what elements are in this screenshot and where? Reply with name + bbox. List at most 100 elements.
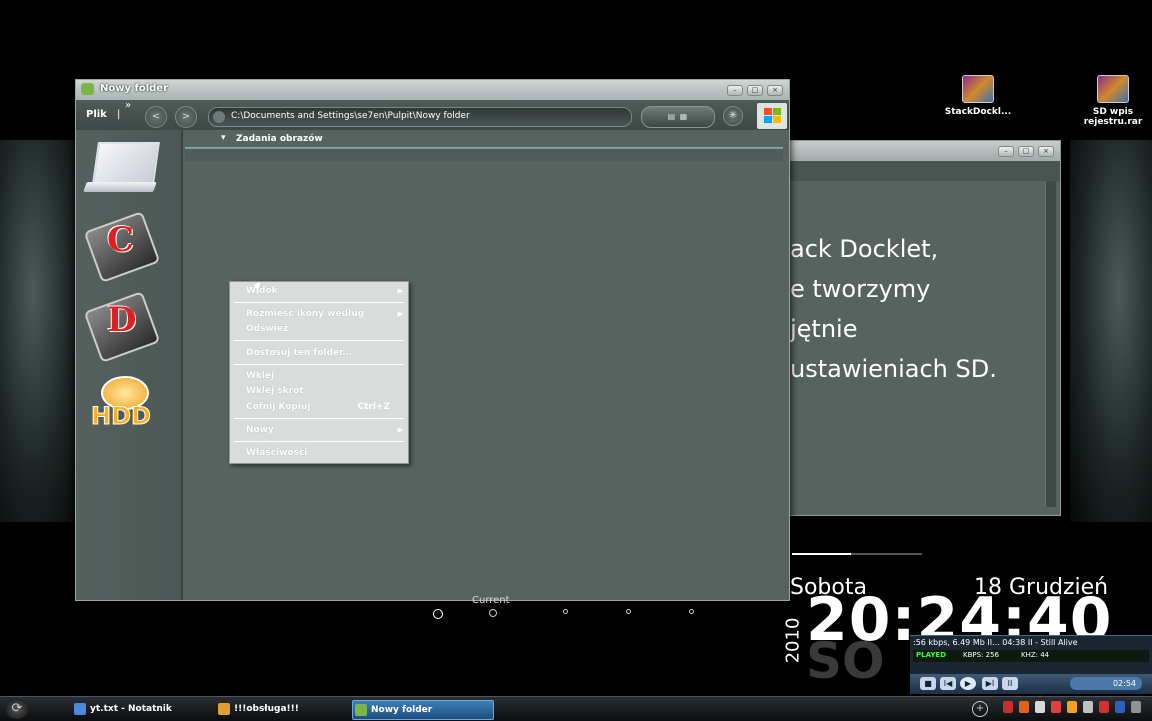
context-item-arrange[interactable]: Rozmieść ikony według <box>246 309 364 319</box>
chevron-more-icon[interactable]: » <box>125 100 131 111</box>
drive-d-icon[interactable]: D <box>83 291 161 363</box>
forward-button[interactable]: > <box>175 106 197 128</box>
taskbar-item-obsluga[interactable]: !!!obsługa!!! <box>216 700 354 718</box>
menu-divider <box>234 340 404 341</box>
rar-archive-icon <box>1097 75 1129 103</box>
player-status-row: PLAYED KBPS: 256 KHZ: 44 <box>913 650 1149 662</box>
desktop-icon-stackdocklet[interactable]: StackDockl... <box>938 75 1018 117</box>
loader-dot <box>433 609 443 619</box>
folder-app-icon <box>81 83 94 95</box>
notepad-window[interactable]: – □ × ack Docklet, e tworzymy jętnie ust… <box>789 140 1061 516</box>
notepad-titlebar[interactable]: – □ × <box>790 141 1060 161</box>
chevron-down-icon: ▾ <box>221 133 226 143</box>
start-orb-icon[interactable]: ⟳ <box>6 699 28 719</box>
view-toggle-button[interactable]: ▤ ▦ <box>641 106 715 128</box>
tray-icon[interactable] <box>1131 701 1141 713</box>
folder-icon <box>355 704 367 716</box>
next-button[interactable]: ▶I <box>982 677 998 690</box>
loader-dot <box>626 609 631 614</box>
menu-divider <box>234 302 404 303</box>
taskbar-item-label: Nowy folder <box>371 705 433 715</box>
taskbar-item-label: yt.txt - Notatnik <box>90 704 172 714</box>
tray-icon[interactable] <box>1035 701 1045 713</box>
notepad-menubar <box>790 161 1060 181</box>
desktop-icon-label: SD wpis <box>1092 107 1134 117</box>
tasks-panel <box>185 149 783 161</box>
drive-letter: D <box>107 300 137 340</box>
kbps-label: KBPS: 256 <box>963 651 1000 659</box>
drive-c-icon[interactable]: C <box>83 211 161 283</box>
menu-divider <box>234 418 404 419</box>
context-item-properties[interactable]: Właściwości <box>246 448 307 458</box>
drive-letter: C <box>107 220 135 260</box>
tray-icon[interactable] <box>1067 701 1077 713</box>
context-menu[interactable]: Widok ▶ Rozmieść ikony według ▶ Odśwież … <box>229 281 409 464</box>
tasks-header-label: Zadania obrazów <box>236 134 323 144</box>
laptop-icon[interactable] <box>83 136 160 200</box>
playback-time: 02:54 <box>1070 677 1142 690</box>
close-button[interactable]: × <box>1038 146 1054 157</box>
desktop-icon-label: rejestru.rar <box>1083 117 1143 127</box>
submenu-arrow-icon: ▶ <box>397 287 403 295</box>
add-icon[interactable]: + <box>972 701 988 717</box>
tray-icon[interactable] <box>1083 701 1093 713</box>
windows-logo-icon <box>757 103 787 129</box>
pause-button[interactable]: II <box>1002 677 1018 690</box>
now-playing-text: :56 kbps, 6.49 Mb II... 04:38 II - Still… <box>913 638 1078 647</box>
menu-file[interactable]: Plik <box>86 109 107 120</box>
tasks-header[interactable]: ▾ Zadania obrazów <box>185 132 783 148</box>
media-player[interactable]: :56 kbps, 6.49 Mb II... 04:38 II - Still… <box>910 635 1152 694</box>
clock-progress-fill <box>792 553 851 555</box>
tray-icon[interactable] <box>1019 701 1029 713</box>
loader-dot <box>563 609 568 614</box>
taskbar-item-label: !!!obsługa!!! <box>234 704 299 714</box>
maximize-button[interactable]: □ <box>747 85 763 96</box>
menu-divider <box>234 364 404 365</box>
vertical-scrollbar[interactable] <box>1045 181 1056 507</box>
taskbar-item-nowy-folder[interactable]: Nowy folder <box>352 700 494 720</box>
notepad-line: ustawieniach SD. <box>790 355 997 383</box>
back-button[interactable]: < <box>145 106 167 128</box>
tray-icon[interactable] <box>1003 701 1013 713</box>
play-button[interactable]: ▶ <box>960 677 976 690</box>
system-tray <box>1003 701 1141 713</box>
player-controls: ■ I◀ ▶ ▶I II 02:54 <box>910 674 1152 694</box>
submenu-arrow-icon: ▶ <box>397 310 403 318</box>
wallpaper-right <box>1070 140 1152 522</box>
played-label: PLAYED <box>916 651 946 659</box>
minimize-button[interactable]: – <box>998 146 1014 157</box>
maximize-button[interactable]: □ <box>1018 146 1034 157</box>
previous-button[interactable]: I◀ <box>940 677 956 690</box>
desktop-icon-sd-wpis[interactable]: SD wpis rejestru.rar <box>1073 75 1152 127</box>
explorer-toolbar: Plik | » < > C:\Documents and Settings\s… <box>76 100 789 130</box>
context-item-refresh[interactable]: Odśwież <box>246 324 288 334</box>
stop-button[interactable]: ■ <box>920 677 936 690</box>
clock-progress-bar <box>792 553 922 555</box>
drives-sidebar: C D HDD <box>76 130 183 600</box>
hdd-icon[interactable]: HDD <box>85 374 159 438</box>
address-path: C:\Documents and Settings\se7en\Pulpit\N… <box>231 111 470 121</box>
minimize-button[interactable]: – <box>727 85 743 96</box>
explorer-window[interactable]: Nowy folder – □ × Plik | » < > C:\Docume… <box>75 79 790 601</box>
tray-icon[interactable] <box>1051 701 1061 713</box>
notepad-text[interactable]: ack Docklet, e tworzymy jętnie ustawieni… <box>790 229 997 389</box>
context-item-paste-shortcut[interactable]: Wklej skrót <box>246 386 304 396</box>
tray-icon[interactable] <box>1099 701 1109 713</box>
explorer-titlebar[interactable]: Nowy folder – □ × <box>76 80 789 100</box>
wallpaper-left <box>0 140 82 522</box>
taskbar-item-notepad[interactable]: yt.txt - Notatnik <box>72 700 220 718</box>
notepad-line: ack Docklet, <box>790 235 939 263</box>
address-bar[interactable]: C:\Documents and Settings\se7en\Pulpit\N… <box>208 107 632 127</box>
context-item-paste[interactable]: Wklej <box>246 371 274 381</box>
context-item-undo[interactable]: Cofnij Kopiuj <box>246 402 310 412</box>
context-item-customize[interactable]: Dostosuj ten folder... <box>246 348 353 358</box>
tray-icon[interactable] <box>1115 701 1125 713</box>
folder-icon <box>213 111 225 123</box>
menu-separator: | <box>117 109 121 120</box>
close-button[interactable]: × <box>767 85 783 96</box>
shortcut-label: Ctrl+Z <box>357 402 391 412</box>
document-icon <box>218 703 230 715</box>
settings-button[interactable]: ✳ <box>723 106 743 126</box>
context-item-new[interactable]: Nowy <box>246 425 274 435</box>
arrow-left-icon: < <box>151 111 161 122</box>
